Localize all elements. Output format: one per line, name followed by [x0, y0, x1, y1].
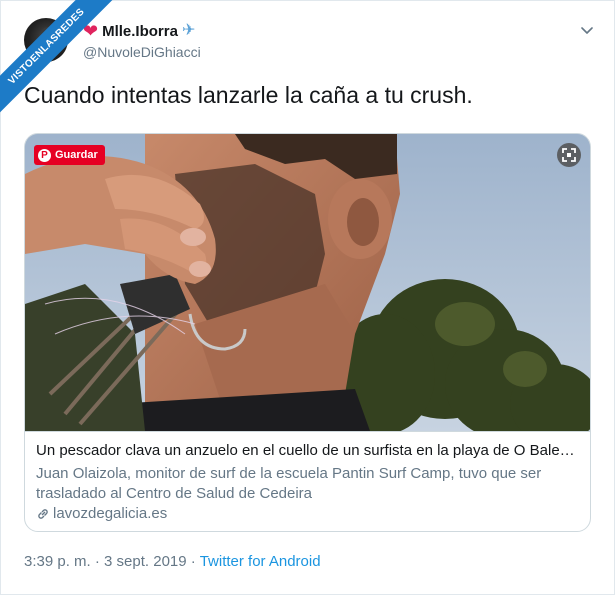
expand-button[interactable] — [557, 143, 581, 167]
card-title[interactable]: Un pescador clava un anzuelo en el cuell… — [36, 442, 581, 459]
user-name-row[interactable]: ❤ Mlle.Iborra ✈ — [83, 22, 195, 40]
pinterest-icon: P — [38, 148, 51, 162]
pinterest-save-label: Guardar — [55, 149, 98, 161]
photo-illustration — [25, 134, 590, 431]
link-icon — [38, 508, 48, 519]
card-body[interactable]: Un pescador clava un anzuelo en el cuell… — [25, 431, 590, 531]
display-name[interactable]: Mlle.Iborra — [102, 23, 178, 40]
card-domain-text: lavozdegalicia.es — [53, 505, 168, 522]
link-card[interactable]: P Guardar Un pescador clava un anzuelo e… — [24, 133, 591, 532]
airplane-emoji-icon: ✈ — [181, 22, 196, 39]
tweet-source-link[interactable]: Twitter for Android — [200, 553, 321, 570]
card-domain[interactable]: lavozdegalicia.es — [36, 505, 167, 522]
tweet-text: Cuando intentas lanzarle la caña a tu cr… — [24, 82, 473, 108]
expand-icon — [562, 148, 576, 162]
chevron-down-icon[interactable] — [581, 24, 593, 36]
tweet-date[interactable]: 3 sept. 2019 — [104, 553, 187, 570]
meta-separator: · — [186, 553, 200, 570]
pinterest-save-button[interactable]: P Guardar — [34, 145, 105, 165]
tweet-meta: 3:39 p. m. · 3 sept. 2019 · Twitter for … — [24, 553, 321, 570]
tweet-time[interactable]: 3:39 p. m. — [24, 553, 91, 570]
meta-separator: · — [90, 553, 105, 570]
card-photo[interactable]: P Guardar — [25, 134, 590, 431]
card-description: Juan Olaizola, monitor de surf de la esc… — [36, 465, 542, 502]
user-handle[interactable]: @NuvoleDiGhiacci — [83, 44, 201, 60]
